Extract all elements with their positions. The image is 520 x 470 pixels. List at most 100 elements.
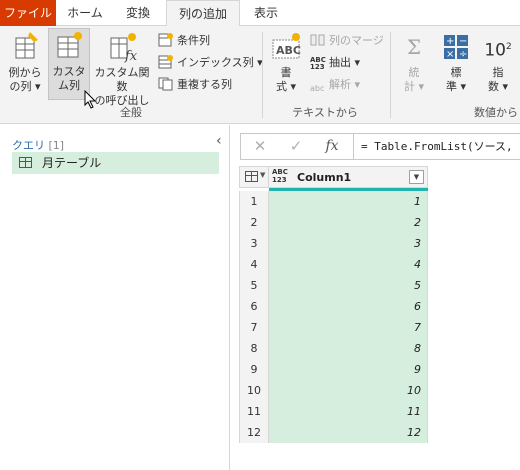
table-row[interactable]: 12 12 [239, 422, 428, 443]
table-icon [19, 157, 32, 168]
table-cell[interactable]: 4 [269, 254, 428, 275]
table-row[interactable]: 99 [239, 359, 428, 380]
extract-button[interactable]: ABC 123 抽出 ▾ [310, 54, 360, 72]
conditional-column-button[interactable]: 条件列 [158, 32, 210, 50]
custom-column-label-2: ム列 [58, 79, 80, 92]
custom-column-icon [52, 29, 86, 63]
svg-text:−: − [459, 36, 467, 47]
query-item[interactable]: 月テーブル [12, 152, 219, 174]
table-row[interactable]: 33 [239, 233, 428, 254]
collapse-pane-icon[interactable]: ‹ [216, 133, 222, 149]
table-row[interactable]: 11 [239, 191, 428, 212]
tab-file[interactable]: ファイル [0, 0, 56, 26]
column-header-title: Column1 [297, 171, 352, 184]
parse-button[interactable]: abc 解析 ▾ [310, 76, 360, 94]
table-cell[interactable]: 6 [269, 296, 428, 317]
table-cell[interactable]: 12 [269, 422, 428, 443]
formula-input[interactable]: = Table.FromList(ソース, [361, 134, 513, 159]
row-number[interactable]: 1 [239, 191, 269, 212]
statistics-label-2: 計 ▾ [403, 80, 425, 93]
row-number[interactable]: 10 [239, 380, 269, 401]
duplicate-column-button[interactable]: 重複する列 [158, 76, 232, 94]
general-group-label: 全般 [120, 106, 142, 119]
table-row[interactable]: 66 [239, 296, 428, 317]
table-cell[interactable]: 1 [269, 191, 428, 212]
ribbon-separator [390, 32, 391, 118]
merge-columns-button[interactable]: 列のマージ [310, 32, 384, 50]
column-from-examples-label-2: の列 ▾ [9, 80, 41, 93]
statistics-label-1: 統 [408, 66, 420, 79]
invoke-custom-function-label-1: カスタム関数 [94, 66, 150, 93]
table-menu-button[interactable]: ▼ [240, 167, 269, 187]
format-label-1: 書 [280, 66, 292, 79]
svg-text:×: × [446, 49, 454, 60]
merge-columns-icon [310, 33, 326, 47]
commit-formula-icon[interactable]: ✓ [279, 134, 313, 159]
queries-count: [1] [48, 139, 65, 152]
tab-view[interactable]: 表示 [242, 0, 290, 26]
table-cell[interactable]: 5 [269, 275, 428, 296]
parse-icon: abc [310, 84, 325, 93]
table-row[interactable]: 22 [239, 212, 428, 233]
table-cell[interactable]: 10 [269, 380, 428, 401]
column-from-examples-label-1: 例から [8, 66, 42, 79]
duplicate-column-label: 重複する列 [177, 78, 232, 91]
index-column-button[interactable]: インデックス列 ▾ [158, 54, 263, 72]
tab-home[interactable]: ホーム [60, 0, 110, 26]
table-cell[interactable]: 8 [269, 338, 428, 359]
row-number[interactable]: 8 [239, 338, 269, 359]
table-row[interactable]: 44 [239, 254, 428, 275]
fx-icon[interactable]: fx [315, 134, 349, 159]
statistics-button[interactable]: Σ 統 計 ▾ [396, 30, 432, 94]
row-number[interactable]: 9 [239, 359, 269, 380]
row-number[interactable]: 3 [239, 233, 269, 254]
table-row[interactable]: 55 [239, 275, 428, 296]
exponent-icon: 102 [484, 40, 512, 61]
format-text-icon: ABC [269, 30, 303, 64]
index-column-label: インデックス列 ▾ [177, 56, 263, 69]
table-cell[interactable]: 11 [269, 401, 428, 422]
column-header[interactable]: ABC 123 Column1 ▼ [270, 167, 428, 187]
table-row[interactable]: 10 10 [239, 380, 428, 401]
extract-icon: ABC 123 [310, 56, 326, 71]
table-cell[interactable]: 9 [269, 359, 428, 380]
row-number[interactable]: 6 [239, 296, 269, 317]
scientific-button[interactable]: 102 指 数 ▾ [480, 30, 516, 94]
tab-add-column[interactable]: 列の追加 [166, 0, 240, 27]
table-cell[interactable]: 2 [269, 212, 428, 233]
table-cell[interactable]: 7 [269, 317, 428, 338]
filter-dropdown-icon[interactable]: ▼ [409, 170, 424, 184]
svg-text:fx: fx [124, 49, 138, 64]
tab-transform[interactable]: 変換 [112, 0, 164, 26]
conditional-column-icon [158, 33, 174, 47]
table-row[interactable]: 77 [239, 317, 428, 338]
table-row[interactable]: 11 11 [239, 401, 428, 422]
ribbon-tab-bar: ファイル ホーム 変換 列の追加 表示 [0, 0, 520, 27]
column-from-examples-icon [8, 30, 42, 64]
table-cell[interactable]: 3 [269, 233, 428, 254]
svg-text:+: + [446, 36, 454, 47]
queries-title: クエリ [12, 139, 45, 152]
grid-rows: 1 1 2 2 3 3 4 4 5 5 6 6 7 7 8 8 9 9 10 10 11 11 12 12 [239, 191, 428, 443]
type-label-top: ABC [272, 168, 288, 176]
column-from-examples-button[interactable]: 例から の列 ▾ [4, 30, 46, 94]
duplicate-column-icon [158, 77, 174, 91]
row-number[interactable]: 11 [239, 401, 269, 422]
format-label-2: 式 ▾ [275, 80, 297, 93]
row-number[interactable]: 12 [239, 422, 269, 443]
cancel-formula-icon[interactable]: ✕ [243, 134, 277, 159]
invoke-custom-function-button[interactable]: fx カスタム関数 の呼び出し [92, 30, 152, 108]
row-number[interactable]: 7 [239, 317, 269, 338]
queries-pane: クエリ [1] ‹ 月テーブル [0, 125, 230, 470]
text-group-label: テキストから [292, 106, 358, 119]
standard-button[interactable]: + − × ÷ 標 準 ▾ [438, 30, 474, 94]
row-number[interactable]: 4 [239, 254, 269, 275]
row-number[interactable]: 2 [239, 212, 269, 233]
type-any-icon[interactable]: ABC 123 [272, 168, 288, 184]
row-number[interactable]: 5 [239, 275, 269, 296]
format-button[interactable]: ABC 書 式 ▾ [268, 30, 304, 94]
standard-label-1: 標 [450, 66, 462, 79]
extract-label: 抽出 ▾ [329, 56, 361, 69]
table-row[interactable]: 88 [239, 338, 428, 359]
formula-separator [353, 134, 354, 159]
